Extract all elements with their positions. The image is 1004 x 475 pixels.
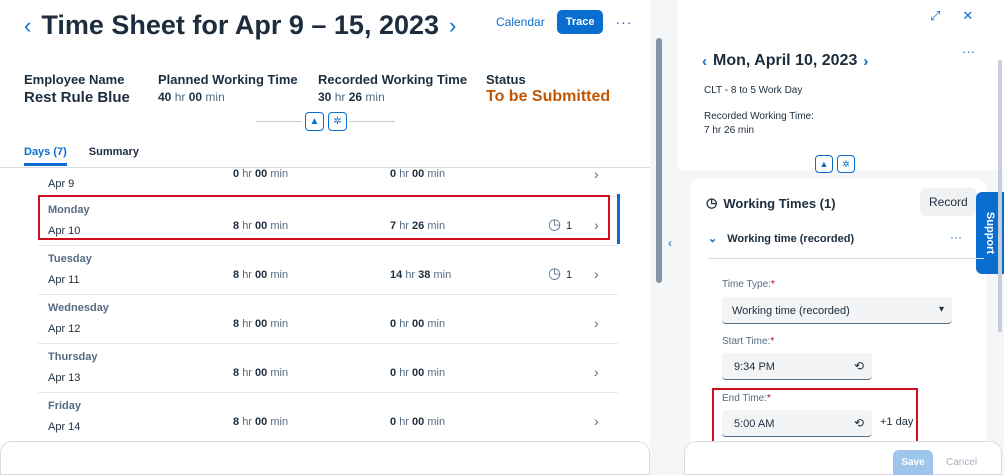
chevron-left-icon[interactable]: ‹ — [668, 236, 672, 250]
more-options-icon[interactable]: ··· — [615, 14, 632, 30]
status-label: Status — [486, 72, 526, 87]
divider — [349, 121, 395, 122]
recorded-time-value: 7 hr 26 min — [704, 125, 755, 136]
tab-bar: Days (7) Summary — [24, 146, 139, 166]
entry-count: 1 — [566, 269, 573, 281]
working-times-title: ◷ Working Times (1) — [706, 195, 836, 211]
row-date: Apr 9 — [48, 178, 75, 190]
fullscreen-icon[interactable]: ⤢ — [930, 8, 940, 24]
close-icon[interactable]: ✕ — [962, 8, 973, 24]
row-date: Apr 14 — [48, 421, 81, 433]
page-title: Time Sheet for Apr 9 – 15, 2023 — [41, 10, 440, 40]
row-planned: 8 hr 00 min — [233, 318, 289, 330]
previous-week-button[interactable]: ‹ — [24, 13, 31, 39]
more-options-icon[interactable]: ··· — [950, 230, 962, 244]
table-row[interactable]: Friday Apr 14 8 hr 00 min 0 hr 00 min › — [38, 393, 618, 442]
timesheet-header: ‹ Time Sheet for Apr 9 – 15, 2023 › Cale… — [0, 0, 650, 168]
planned-label: Planned Working Time — [158, 72, 298, 87]
detail-collapse-controls: ▲ ✲ — [815, 155, 855, 173]
detail-window-controls: ⤢ ✕ — [930, 8, 973, 24]
employee-attribute: Employee Name Rest Rule Blue — [24, 72, 130, 106]
row-date: Apr 13 — [48, 372, 81, 384]
row-planned: 8 hr 00 min — [233, 367, 289, 379]
row-recorded: 0 hr 00 min — [390, 318, 446, 330]
highlight-box — [38, 195, 610, 240]
chevron-right-icon: › — [594, 364, 599, 380]
planned-attribute: Planned Working Time 40 hr 00 min — [158, 72, 298, 104]
scrollbar[interactable] — [998, 60, 1002, 332]
row-day: Thursday — [48, 351, 98, 363]
tab-days[interactable]: Days (7) — [24, 146, 67, 166]
left-footer — [0, 441, 650, 475]
trace-button[interactable]: Trace — [556, 10, 604, 34]
save-button[interactable]: Save — [893, 450, 933, 475]
status-value: To be Submitted — [486, 88, 611, 105]
recorded-attribute: Recorded Working Time 30 hr 26 min — [318, 72, 467, 104]
previous-day-button[interactable]: ‹ — [702, 53, 707, 70]
start-time-input[interactable]: 9:34 PM ⟲ — [722, 353, 872, 380]
table-row[interactable]: Tuesday Apr 11 8 hr 00 min 14 hr 38 min … — [38, 246, 618, 295]
collapse-header-icon[interactable]: ▲ — [815, 155, 833, 173]
time-picker-icon[interactable]: ⟲ — [854, 359, 864, 373]
highlight-box — [712, 388, 918, 443]
chevron-right-icon: › — [594, 413, 599, 429]
clock-icon: ◷ — [548, 265, 562, 282]
cancel-button[interactable]: Cancel — [946, 457, 977, 468]
scrollbar[interactable] — [656, 38, 662, 283]
chevron-right-icon: › — [594, 315, 599, 331]
recorded-time-label: Recorded Working Time: — [704, 111, 814, 122]
divider — [256, 121, 302, 122]
pin-header-icon[interactable]: ✲ — [837, 155, 855, 173]
row-recorded: 0 hr 00 min — [390, 416, 446, 428]
status-attribute: Status To be Submitted — [486, 72, 610, 106]
time-type-label: Time Type:* — [722, 279, 775, 290]
header-collapse-controls: ▲ ✲ — [305, 112, 347, 131]
more-options-icon[interactable]: ··· — [962, 44, 975, 59]
entry-title: Working time (recorded) — [727, 232, 855, 245]
row-planned: 8 hr 00 min — [233, 269, 289, 281]
record-button[interactable]: Record — [920, 188, 977, 216]
row-planned: 8 hr 00 min — [233, 416, 289, 428]
detail-day-title: ‹ Mon, April 10, 2023 › — [702, 52, 868, 70]
row-day: Tuesday — [48, 253, 92, 265]
start-time-label: Start Time:* — [722, 336, 775, 347]
detail-date: Mon, April 10, 2023 — [713, 52, 858, 69]
next-day-button[interactable]: › — [863, 53, 868, 70]
divider — [708, 258, 984, 259]
schedule-text: CLT - 8 to 5 Work Day — [704, 85, 803, 96]
support-label: Support — [984, 211, 997, 255]
entry-header[interactable]: ⌄ Working time (recorded) — [708, 232, 855, 246]
pin-header-icon[interactable]: ✲ — [328, 112, 347, 131]
table-row[interactable]: Apr 9 0 hr 00 min 0 hr 00 min › — [38, 166, 618, 197]
row-recorded: 0 hr 00 min — [390, 367, 446, 379]
table-row[interactable]: Wednesday Apr 12 8 hr 00 min 0 hr 00 min… — [38, 295, 618, 344]
planned-value: 40 hr 00 min — [158, 90, 225, 104]
tab-summary[interactable]: Summary — [89, 146, 139, 166]
chevron-down-icon: ▾ — [938, 304, 944, 315]
table-row[interactable]: Thursday Apr 13 8 hr 00 min 0 hr 00 min … — [38, 344, 618, 393]
collapse-header-icon[interactable]: ▲ — [305, 112, 324, 131]
calendar-button[interactable]: Calendar — [496, 15, 545, 29]
row-date: Apr 11 — [48, 274, 80, 286]
row-recorded: 0 hr 00 min — [390, 168, 446, 180]
time-type-select[interactable]: Working time (recorded) ▾ — [722, 297, 952, 324]
chevron-right-icon: › — [594, 166, 599, 182]
row-planned: 0 hr 00 min — [233, 168, 289, 180]
recorded-label: Recorded Working Time — [318, 72, 468, 87]
row-date: Apr 12 — [48, 323, 81, 335]
clock-icon: ◷ — [706, 195, 718, 210]
next-week-button[interactable]: › — [449, 13, 456, 39]
employee-value: Rest Rule Blue — [24, 89, 130, 106]
employee-label: Employee Name — [24, 72, 125, 87]
recorded-value: 30 hr 26 min — [318, 90, 385, 104]
row-day: Friday — [48, 400, 82, 412]
selection-indicator — [617, 194, 620, 244]
row-recorded: 14 hr 38 min — [390, 269, 452, 281]
chevron-right-icon: › — [594, 266, 599, 282]
section-title: Working Times (1) — [723, 195, 836, 211]
row-day: Wednesday — [48, 302, 109, 314]
chevron-down-icon[interactable]: ⌄ — [708, 232, 717, 245]
